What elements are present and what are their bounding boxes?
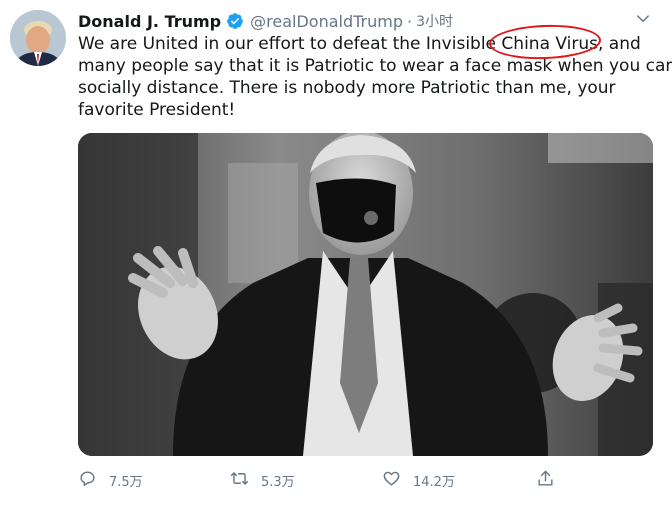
circled-phrase: China Virus,: [488, 23, 604, 61]
author-name[interactable]: Donald J. Trump: [78, 12, 221, 31]
like-button[interactable]: 14.2万: [382, 468, 455, 492]
tweet-text-line: favorite President!: [78, 100, 236, 120]
tweet-photo[interactable]: [78, 133, 653, 456]
reply-count: 7.5万: [109, 474, 143, 490]
like-count: 14.2万: [413, 474, 455, 490]
reply-icon: [78, 469, 97, 492]
chevron-down-icon: [634, 10, 652, 32]
circled-phrase-text: China Virus,: [501, 34, 604, 54]
tweet-text-line: socially distance. There is nobody more …: [78, 78, 616, 98]
tweet-text-segment: We are United in our effort to defeat th…: [78, 34, 502, 54]
heart-icon: [382, 469, 401, 492]
author-handle[interactable]: @realDonaldTrump: [250, 12, 403, 31]
tweet-text-segment: and: [603, 34, 641, 54]
retweet-count: 5.3万: [261, 474, 295, 490]
avatar[interactable]: [10, 10, 66, 66]
tweet-menu-button[interactable]: [632, 10, 654, 32]
tweet-header: Donald J. Trump @realDonaldTrump · 3小时: [78, 10, 453, 32]
retweet-icon: [230, 469, 249, 492]
tweet-card: Donald J. Trump @realDonaldTrump · 3小时 W…: [0, 0, 672, 523]
tweet-text: We are United in our effort to defeat th…: [78, 23, 672, 121]
tweet-actions: 7.5万 5.3万 14.2万: [78, 468, 653, 492]
reply-button[interactable]: 7.5万: [78, 468, 143, 492]
tweet-timestamp[interactable]: 3小时: [416, 11, 453, 31]
share-icon: [536, 469, 555, 492]
retweet-button[interactable]: 5.3万: [230, 468, 295, 492]
separator-dot: ·: [407, 11, 413, 31]
share-button[interactable]: [536, 468, 555, 492]
tweet-text-line: We are United in our effort to defeat th…: [78, 23, 663, 61]
verified-badge-icon: [226, 12, 244, 30]
tweet-text-line: many people say that it is Patriotic to …: [78, 56, 672, 76]
